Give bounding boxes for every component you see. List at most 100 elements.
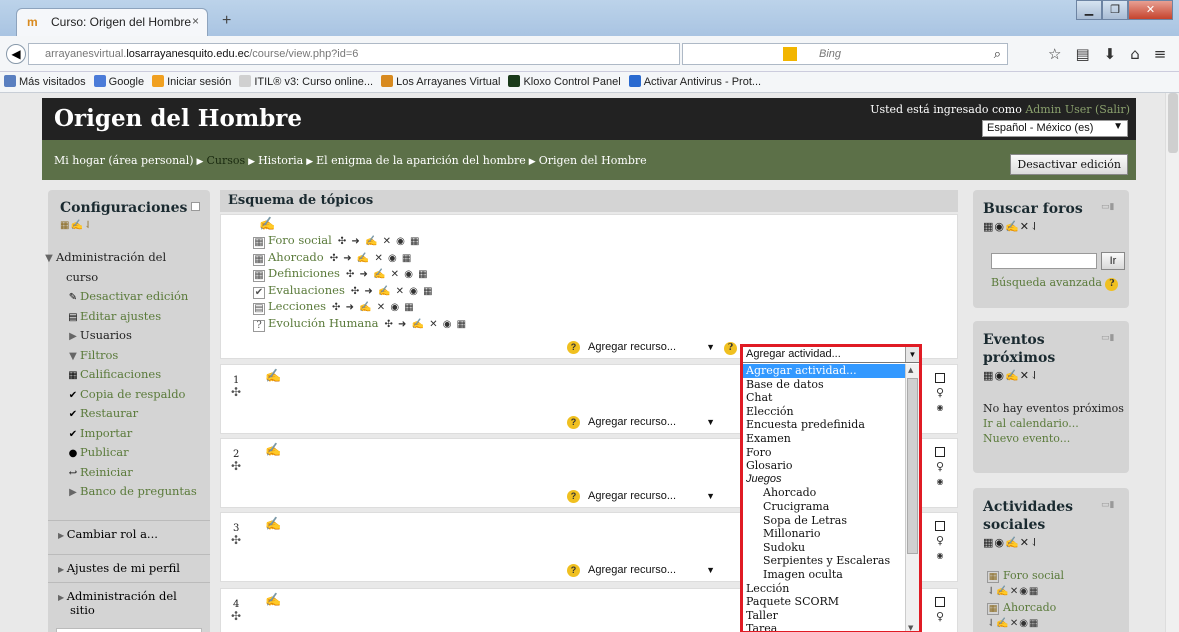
lightbulb-icon[interactable]: ♀ <box>933 386 947 399</box>
highlight-square-icon[interactable] <box>935 521 945 531</box>
bookmark-item[interactable]: ITIL® v3: Curso online... <box>239 75 373 88</box>
social-activity-link[interactable]: Ahorcado <box>1003 601 1056 614</box>
add-resource-select[interactable]: ? Agregar recurso... ▼ <box>567 564 717 580</box>
activity-option[interactable]: Foro <box>743 446 905 460</box>
breadcrumb-item[interactable]: Mi hogar (área personal) <box>54 154 194 167</box>
bookmark-item[interactable]: Google <box>93 75 144 88</box>
settings-item[interactable]: ✔ Importar <box>54 424 204 444</box>
activity-option[interactable]: Serpientes y Escaleras <box>743 554 905 568</box>
new-tab-button[interactable]: + <box>222 12 231 30</box>
activity-item[interactable]: ▤ Lecciones ✣ ➜ ✍ ✕ ◉ ▦ <box>253 299 415 315</box>
eye-icon[interactable]: ◉ <box>933 477 947 486</box>
activity-link[interactable]: Evolución Humana <box>268 316 378 330</box>
activity-option[interactable]: Glosario <box>743 459 905 473</box>
activity-edit-tools-icon[interactable]: ✣ ➜ ✍ ✕ ◉ ▦ <box>384 319 467 330</box>
activity-link[interactable]: Definiciones <box>268 266 340 280</box>
address-bar[interactable]: arrayanesvirtual.losarrayanesquito.edu.e… <box>28 43 680 65</box>
edit-summary-icon[interactable]: ✍ <box>259 217 275 232</box>
scroll-up-icon[interactable]: ▲ <box>908 366 913 374</box>
calendar-link[interactable]: Ir al calendario... <box>983 416 1124 431</box>
help-icon[interactable]: ? <box>567 564 580 577</box>
dropdown-scrollbar[interactable]: ▲ ▼ <box>905 364 919 631</box>
advanced-search-link[interactable]: Búsqueda avanzada <box>991 276 1102 289</box>
activity-option[interactable]: Encuesta predefinida <box>743 418 905 432</box>
edit-summary-icon[interactable]: ✍ <box>265 369 281 384</box>
activity-edit-tools-icon[interactable]: ✣ ➜ ✍ ✕ ◉ ▦ <box>330 253 413 264</box>
help-icon[interactable]: ? <box>567 416 580 429</box>
move-icon[interactable]: ✣ <box>231 533 241 547</box>
home-icon[interactable]: ⌂ <box>1130 45 1154 63</box>
settings-item[interactable]: ✔ Copia de respaldo <box>54 385 204 405</box>
disable-editing-button[interactable]: Desactivar edición <box>1010 154 1128 175</box>
bookmark-item[interactable]: Más visitados <box>4 75 86 88</box>
logout-link[interactable]: (Salir) <box>1095 103 1130 116</box>
search-icon[interactable]: ⌕ <box>994 46 1001 62</box>
activity-option[interactable]: Sudoku <box>743 541 905 555</box>
scroll-down-icon[interactable]: ▼ <box>908 624 913 631</box>
edit-summary-icon[interactable]: ✍ <box>265 593 281 608</box>
move-icon[interactable]: ✣ <box>231 609 241 623</box>
activity-option[interactable]: Examen <box>743 432 905 446</box>
activity-option[interactable]: Ahorcado <box>743 486 905 500</box>
help-icon[interactable]: ? <box>724 342 737 355</box>
activity-item[interactable]: ▦ Foro social ✣ ➜ ✍ ✕ ◉ ▦ <box>253 233 421 249</box>
maximize-button[interactable]: ❐ <box>1102 0 1128 20</box>
add-resource-select[interactable]: ? Agregar recurso... ▼ <box>567 341 717 357</box>
edit-summary-icon[interactable]: ✍ <box>265 443 281 458</box>
settings-item[interactable]: ✔ Restaurar <box>54 404 204 424</box>
activity-edit-tools-icon[interactable]: ✣ ➜ ✍ ✕ ◉ ▦ <box>338 236 421 247</box>
social-activity-item[interactable]: ▦ Foro social <box>987 568 1064 584</box>
activity-option[interactable]: Base de datos <box>743 378 905 392</box>
activity-item[interactable]: ? Evolución Humana ✣ ➜ ✍ ✕ ◉ ▦ <box>253 316 467 332</box>
menu-icon[interactable]: ≡ <box>1154 45 1179 63</box>
back-button[interactable]: ◀ <box>6 44 26 64</box>
settings-section[interactable]: ▶ Cambiar rol a... <box>48 520 210 547</box>
activity-option[interactable]: Paquete SCORM <box>743 595 905 609</box>
activity-option[interactable]: Lección <box>743 582 905 596</box>
user-name-link[interactable]: Admin User <box>1025 103 1091 116</box>
social-activity-item[interactable]: ▦ Ahorcado <box>987 600 1064 616</box>
social-activity-link[interactable]: Foro social <box>1003 569 1064 582</box>
highlight-square-icon[interactable] <box>935 597 945 607</box>
collapse-icon[interactable]: ▭▮ <box>1101 333 1119 343</box>
activity-option[interactable]: Imagen oculta <box>743 568 905 582</box>
activity-link[interactable]: Ahorcado <box>268 250 324 264</box>
activity-item[interactable]: ✔ Evaluaciones ✣ ➜ ✍ ✕ ◉ ▦ <box>253 283 434 299</box>
settings-section[interactable]: ▶ Ajustes de mi perfil <box>48 554 210 581</box>
page-scrollbar[interactable] <box>1165 93 1179 632</box>
collapse-icon[interactable] <box>191 202 201 211</box>
activity-option[interactable]: Chat <box>743 391 905 405</box>
page-scroll-thumb[interactable] <box>1168 93 1178 153</box>
settings-section[interactable]: ▶ Administración del sitio <box>48 582 210 623</box>
activity-option[interactable]: Millonario <box>743 527 905 541</box>
move-icon[interactable]: ✣ <box>231 385 241 399</box>
activity-link[interactable]: Lecciones <box>268 299 326 313</box>
settings-item[interactable]: ▶ Banco de preguntas <box>54 482 204 502</box>
move-icon[interactable]: ✣ <box>231 459 241 473</box>
tab-close-icon[interactable]: × <box>192 14 199 28</box>
search-forums-input[interactable] <box>991 253 1097 269</box>
bookmark-item[interactable]: Activar Antivirus - Prot... <box>628 75 761 88</box>
activity-edit-tools-icon[interactable]: ✣ ➜ ✍ ✕ ◉ ▦ <box>346 269 429 280</box>
activity-option[interactable]: Agregar actividad... <box>743 364 905 378</box>
breadcrumb-item[interactable]: Cursos <box>206 154 245 167</box>
lightbulb-icon[interactable]: ♀ <box>933 460 947 473</box>
highlight-square-icon[interactable] <box>935 447 945 457</box>
settings-item[interactable]: ↩ Reiniciar <box>54 463 204 483</box>
edit-summary-icon[interactable]: ✍ <box>265 517 281 532</box>
activity-option[interactable]: Taller <box>743 609 905 623</box>
reading-list-icon[interactable]: ▤ <box>1075 45 1103 63</box>
search-bar[interactable]: Bing ⌕ <box>682 43 1008 65</box>
activity-item[interactable]: ▦ Ahorcado ✣ ➜ ✍ ✕ ◉ ▦ <box>253 250 412 266</box>
block-edit-icons[interactable]: ▦◉✍✕⇃ <box>983 536 1040 549</box>
settings-item[interactable]: ● Publicar <box>54 443 204 463</box>
browser-tab[interactable]: m Curso: Origen del Hombre × <box>16 8 208 36</box>
settings-item[interactable]: ▦ Calificaciones <box>54 365 204 385</box>
activity-edit-tools-icon[interactable]: ✣ ➜ ✍ ✕ ◉ ▦ <box>351 286 434 297</box>
activity-item[interactable]: ▦ Definiciones ✣ ➜ ✍ ✕ ◉ ▦ <box>253 266 429 282</box>
activity-edit-tools-icon[interactable]: ⇃✍✕◉▦ <box>987 584 1064 600</box>
downloads-icon[interactable]: ⬇ <box>1104 45 1131 63</box>
eye-icon[interactable]: ◉ <box>933 551 947 560</box>
activity-option[interactable]: Tarea <box>743 622 905 631</box>
activity-option[interactable]: Crucigrama <box>743 500 905 514</box>
